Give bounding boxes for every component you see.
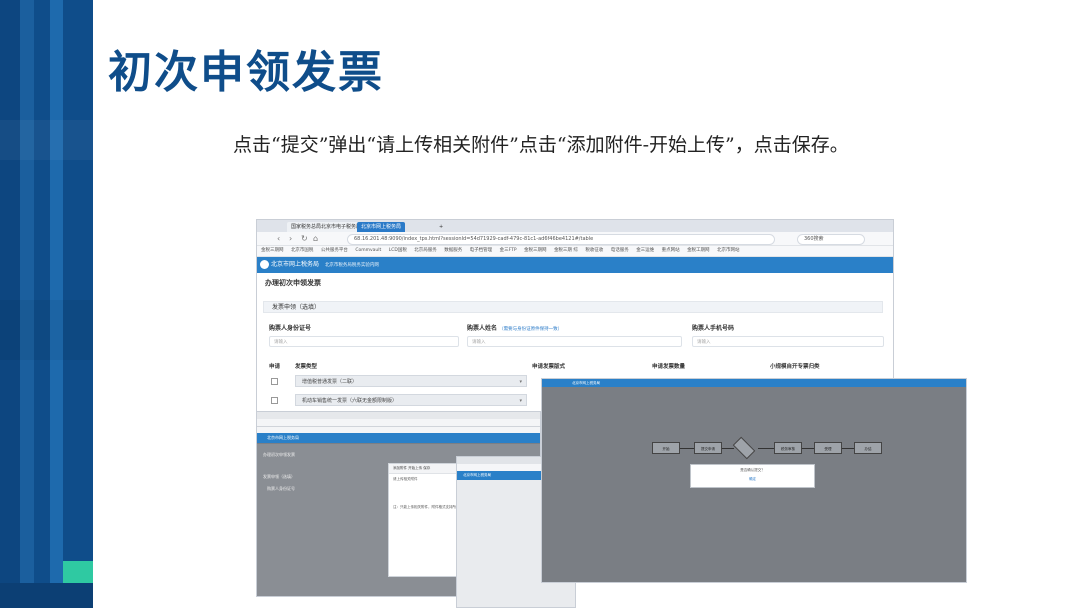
bookmark-item[interactable]: LCD国税 — [389, 248, 407, 253]
slide-title: 初次申领发票 — [108, 47, 384, 98]
save-button[interactable]: 保存 — [423, 466, 430, 470]
app-header: 北京市网上税务局 — [542, 379, 966, 387]
browser-tab[interactable]: 国家税务总局北京市电子税务局 — [287, 222, 366, 232]
slide-description: 点击“提交”弹出“请上传相关附件”点击“添加附件-开始上传”，点击保存。 — [233, 134, 849, 156]
buyer-id-label: 购票人身份证号 — [267, 486, 295, 491]
col-format: 申请发票版式 — [532, 364, 566, 370]
app-header: 北京市网上税务局 北京市税务局税务实验内网 — [257, 257, 893, 273]
chevron-down-icon: ▾ — [519, 379, 522, 385]
app-subtitle: 北京市税务局税务实验内网 — [324, 263, 379, 268]
app-title: 北京市网上税务局 — [271, 261, 320, 268]
search-field[interactable]: 360搜索 — [797, 234, 865, 245]
page-title: 办理初次申领发票 — [263, 452, 295, 457]
home-icon[interactable]: ⌂ — [313, 234, 318, 243]
panel-header[interactable]: 发票申领（选填） — [263, 301, 883, 313]
flow-arrow — [680, 448, 694, 449]
flow-step: 受理 — [814, 442, 842, 454]
chevron-down-icon: ▾ — [519, 398, 522, 404]
bottom-strip — [0, 583, 93, 608]
bookmark-item[interactable]: 北京市网站 — [717, 248, 740, 253]
bookmark-item[interactable]: 金税三期 综 — [554, 248, 578, 253]
start-upload-button[interactable]: 开始上传 — [408, 466, 422, 470]
buyer-name-text: 购票人姓名 — [467, 325, 498, 332]
col-quantity: 申请发票数量 — [652, 364, 686, 370]
buyer-name-label: 购票人姓名 （需要与身份证原件保持一致） — [467, 323, 562, 332]
bookmark-item[interactable]: 北京市国税 — [291, 248, 314, 253]
flow-arrow — [722, 448, 734, 449]
bookmark-item[interactable]: 税收征收 — [585, 248, 603, 253]
dialog-toolbar: 添加附件 开始上传 保存 — [389, 464, 457, 474]
invoice-type-select[interactable]: 机动车销售统一发票（六联无金额限制版） ▾ — [295, 394, 527, 406]
flow-step: 办结 — [854, 442, 882, 454]
bookmark-item[interactable]: 重点网站 — [662, 248, 680, 253]
buyer-phone-label: 购票人手机号码 — [692, 325, 735, 332]
invoice-type-value: 增值税普通发票（二联） — [302, 379, 358, 385]
address-bar — [257, 419, 540, 427]
bookmark-item[interactable]: 公共服务平台 — [321, 248, 348, 253]
address-bar: ‹ › ↻ ⌂ 68.16.201.48:9090/index_tps.html… — [257, 232, 893, 246]
forward-icon[interactable]: › — [289, 234, 292, 243]
flow-arrow — [758, 448, 774, 449]
back-icon[interactable]: ‹ — [277, 234, 280, 243]
bookmark-item[interactable]: 数据服务 — [444, 248, 462, 253]
bookmark-item[interactable]: 金税三期网 — [261, 248, 284, 253]
add-attachment-button[interactable]: 添加附件 — [393, 466, 407, 470]
alert-text: 是否确认提交？ — [740, 468, 765, 472]
page-title: 办理初次申领发票 — [265, 279, 321, 287]
bookmark-item[interactable]: Commvault — [355, 248, 381, 253]
bookmark-item[interactable]: 金三FTP — [500, 248, 517, 253]
new-tab-button[interactable]: + — [435, 222, 447, 232]
buyer-name-input[interactable]: 请输入 — [467, 336, 682, 347]
flow-arrow — [802, 448, 814, 449]
buyer-id-input[interactable]: 请输入 — [269, 336, 459, 347]
dialog-note: 注：只能上传相关附件，附件格式支持所有 — [393, 505, 457, 509]
tab-bar — [257, 412, 540, 419]
browser-tab-active[interactable]: 北京市网上税务局 — [357, 222, 406, 232]
row-checkbox[interactable] — [271, 378, 278, 385]
buyer-phone-input[interactable]: 请输入 — [692, 336, 884, 347]
bookmark-item[interactable]: 电子档管理 — [470, 248, 493, 253]
url-field[interactable]: 68.16.201.48:9090/index_tps.html?session… — [347, 234, 775, 245]
sidebar-decoration — [0, 0, 93, 608]
bookmark-item[interactable]: 金税三期网 — [524, 248, 547, 253]
confirm-alert: 是否确认提交？ 确定 — [690, 464, 815, 488]
col-category: 小规模自开专票归类 — [770, 364, 820, 370]
invoice-type-select[interactable]: 增值税普通发票（二联） ▾ — [295, 375, 527, 387]
invoice-type-value: 机动车销售统一发票（六联无金额限制版） — [302, 398, 398, 404]
flow-decision — [732, 436, 756, 460]
flow-arrow — [842, 448, 854, 449]
app-header: 北京市网上税务局 — [257, 433, 540, 443]
accent-block — [63, 561, 93, 583]
col-invoice-type: 发票类型 — [295, 364, 318, 370]
flow-step: 税务审核 — [774, 442, 802, 454]
row-checkbox[interactable] — [271, 397, 278, 404]
buyer-id-label: 购票人身份证号 — [269, 325, 312, 332]
bookmark-item[interactable]: 金税工期网 — [687, 248, 710, 253]
panel-header: 发票申领（选填） — [263, 474, 295, 479]
tab-bar: 国家税务总局北京市电子税务局 北京市网上税务局 + — [257, 220, 893, 232]
upload-dialog: 添加附件 开始上传 保存 请上传相关附件 注：只能上传相关附件，附件格式支持所有 — [388, 463, 458, 577]
alert-confirm-button[interactable]: 确定 — [691, 473, 814, 482]
bookmark-item[interactable]: 北京局服务 — [414, 248, 437, 253]
flow-step: 开始 — [652, 442, 680, 454]
bookmark-item[interactable]: 电话服务 — [611, 248, 629, 253]
dialog-hint: 请上传相关附件 — [393, 477, 418, 481]
tax-logo-icon — [260, 260, 269, 269]
buyer-name-hint-link[interactable]: （需要与身份证原件保持一致） — [499, 327, 562, 332]
refresh-icon[interactable]: ↻ — [301, 234, 308, 243]
bookmark-item[interactable]: 金三运维 — [636, 248, 654, 253]
col-apply: 申请 — [269, 364, 281, 370]
flow-step: 提交申请 — [694, 442, 722, 454]
bookmarks-bar: 金税三期网 北京市国税 公共服务平台 Commvault LCD国税 北京局服务… — [257, 246, 893, 257]
